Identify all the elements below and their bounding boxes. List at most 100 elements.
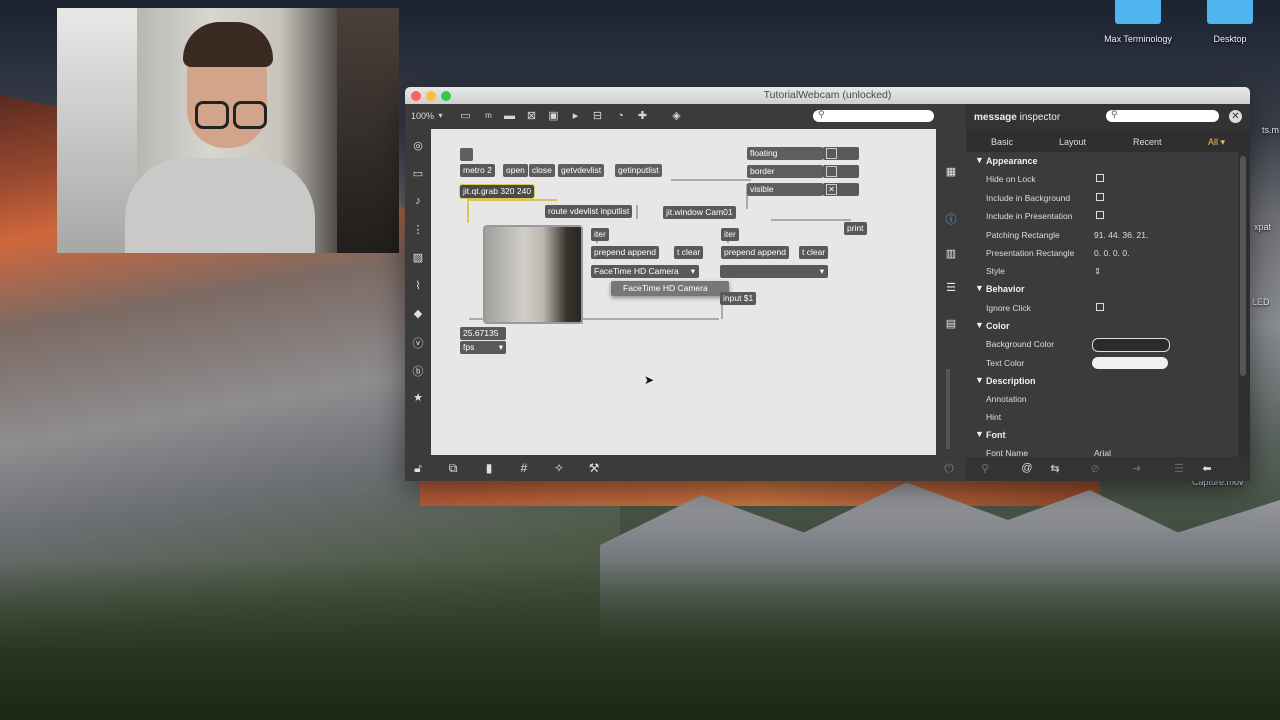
t-clear-object[interactable]: t clear — [674, 246, 704, 259]
prepend-append-object[interactable]: prepend append — [591, 246, 659, 259]
target-icon[interactable]: ◎ — [410, 139, 426, 152]
title-bar[interactable]: TutorialWebcam (unlocked) — [405, 87, 1250, 104]
font-name-value[interactable]: Arial — [1094, 448, 1111, 457]
grid-toggle-icon[interactable]: # — [517, 461, 531, 475]
patch-cord[interactable] — [671, 179, 751, 181]
patch-cord[interactable] — [636, 205, 638, 219]
input-umenu[interactable]: ▾ — [720, 265, 828, 278]
section-color[interactable]: ▼ Color — [966, 317, 1238, 335]
image-icon[interactable]: ▨ — [410, 251, 426, 264]
wrench-icon[interactable]: ⚒ — [587, 461, 601, 475]
music-note-icon[interactable]: ♪ — [410, 195, 426, 207]
jit-window-object[interactable]: jit.window Cam01 — [663, 206, 736, 219]
patcher-search-input[interactable]: ⚲ — [813, 109, 934, 122]
paperclip-icon[interactable]: ⌇ — [410, 279, 426, 292]
checkbox[interactable] — [1096, 303, 1104, 311]
new-object-icon[interactable]: ▭ — [459, 110, 472, 122]
panel-icon[interactable]: ▤ — [944, 317, 958, 330]
copy-icon[interactable]: ⊘ — [1088, 462, 1102, 475]
info-icon[interactable]: ⓘ — [944, 211, 958, 227]
presentation-icon[interactable]: ⧉ — [446, 461, 460, 476]
tab-basic[interactable]: Basic — [991, 137, 1013, 147]
floating-toggle[interactable] — [826, 148, 837, 159]
puzzle-icon[interactable]: ◆ — [410, 307, 426, 320]
back-arrow-icon[interactable]: ⬅ — [1200, 462, 1214, 475]
film-icon[interactable]: ▭ — [410, 167, 426, 180]
open-message[interactable]: open — [503, 164, 528, 177]
forward-icon[interactable]: ➜ — [1130, 462, 1144, 475]
fps-menu[interactable]: fps ▾ — [460, 341, 506, 354]
iter-object[interactable]: iter — [721, 228, 739, 241]
toggle-object-icon[interactable]: ▣ — [547, 110, 560, 122]
visible-message[interactable]: visible — [747, 183, 823, 196]
slider-icon[interactable]: ⊟ — [591, 110, 604, 122]
book-icon[interactable]: ▥ — [944, 247, 958, 260]
desktop-icon-desktop[interactable]: Desktop — [1180, 0, 1280, 44]
inspector-scrollbar[interactable] — [1240, 156, 1246, 376]
list-icon[interactable]: ☰ — [944, 281, 958, 294]
tab-layout[interactable]: Layout — [1059, 137, 1086, 147]
number-box-icon[interactable]: ▸ — [569, 110, 582, 122]
list-icon[interactable]: ☰ — [1172, 462, 1186, 475]
prop-annotation[interactable]: Annotation — [966, 390, 1238, 408]
v-badge-icon[interactable]: ⓥ — [410, 335, 426, 351]
power-icon[interactable]: ⏻ — [942, 461, 956, 476]
tab-all[interactable]: All ▾ — [1208, 137, 1225, 148]
search-icon[interactable]: ⚲ — [978, 462, 992, 475]
wand-icon[interactable]: ✧ — [552, 461, 566, 475]
comment-icon[interactable]: ▬ — [503, 110, 516, 122]
link-icon[interactable]: ⇆ — [1048, 462, 1062, 475]
border-message[interactable]: border — [747, 165, 823, 178]
fps-number-box[interactable]: 25.67135 — [460, 327, 506, 340]
checkbox[interactable] — [1096, 174, 1104, 182]
dial-icon[interactable]: ◔ — [614, 110, 627, 122]
paint-bucket-icon[interactable]: ◈ — [670, 110, 683, 122]
section-appearance[interactable]: ▼ Appearance — [966, 152, 1238, 170]
at-sign-icon[interactable]: @ — [1020, 462, 1034, 474]
iter-object[interactable]: iter — [591, 228, 609, 241]
border-toggle[interactable] — [826, 166, 837, 177]
metro-object[interactable]: metro 2 — [460, 164, 495, 177]
zoom-dropdown-icon[interactable]: ▾ — [434, 110, 447, 122]
getinputlist-message[interactable]: getinputlist — [615, 164, 662, 177]
patch-cord[interactable] — [467, 199, 557, 201]
patch-cord[interactable] — [467, 201, 469, 223]
section-font[interactable]: ▼ Font — [966, 426, 1238, 444]
floating-message[interactable]: floating — [747, 147, 823, 160]
prepend-append-object[interactable]: prepend append — [721, 246, 789, 259]
desktop-icon-max-terminology[interactable]: Max Terminology — [1088, 0, 1188, 44]
checkbox[interactable] — [1096, 193, 1104, 201]
section-behavior[interactable]: ▼ Behavior — [966, 280, 1238, 298]
patcher-canvas[interactable]: metro 2 open close getvdevlist getinputl… — [431, 129, 936, 455]
zoom-select[interactable]: 100% — [411, 111, 434, 121]
style-stepper[interactable]: ⇕ — [1094, 266, 1101, 277]
route-object[interactable]: route vdevlist inputlist — [545, 205, 633, 218]
close-message-box[interactable]: close — [529, 164, 555, 177]
visible-toggle[interactable]: ✕ — [826, 184, 837, 195]
umenu-popup-item[interactable]: FaceTime HD Camera — [611, 281, 729, 296]
star-icon[interactable]: ★ — [410, 391, 426, 404]
inspector-search-input[interactable]: ⚲ — [1106, 109, 1219, 122]
device-umenu[interactable]: FaceTime HD Camera ▾ — [591, 265, 699, 278]
prop-hint[interactable]: Hint — [966, 408, 1238, 426]
getvdevlist-message[interactable]: getvdevlist — [558, 164, 605, 177]
presentation-rect-value[interactable]: 0. 0. 0. 0. — [1094, 248, 1129, 258]
tab-recent[interactable]: Recent — [1133, 137, 1162, 147]
message-box-icon[interactable]: m — [482, 110, 495, 122]
b-badge-icon[interactable]: ⓑ — [410, 363, 426, 379]
section-description[interactable]: ▼ Description — [966, 372, 1238, 390]
t-clear-object[interactable]: t clear — [799, 246, 829, 259]
background-color-swatch[interactable] — [1092, 338, 1170, 352]
jit-qt-grab-object[interactable]: jit.qt.grab 320 240 — [458, 184, 536, 199]
sequence-icon[interactable]: ⋮ — [410, 223, 426, 236]
checkbox[interactable] — [1096, 211, 1104, 219]
print-object[interactable]: print — [844, 222, 867, 235]
close-icon[interactable]: ✕ — [1229, 110, 1242, 123]
jit-pwindow-video[interactable] — [483, 225, 583, 324]
patching-rect-value[interactable]: 91. 44. 36. 21. — [1094, 230, 1148, 240]
button-object-icon[interactable]: ⊠ — [525, 110, 538, 122]
grid-icon[interactable]: ▦ — [944, 165, 958, 178]
text-color-swatch[interactable] — [1092, 357, 1168, 369]
close-message[interactable] — [460, 148, 473, 161]
input-message[interactable]: input $1 — [720, 292, 757, 305]
